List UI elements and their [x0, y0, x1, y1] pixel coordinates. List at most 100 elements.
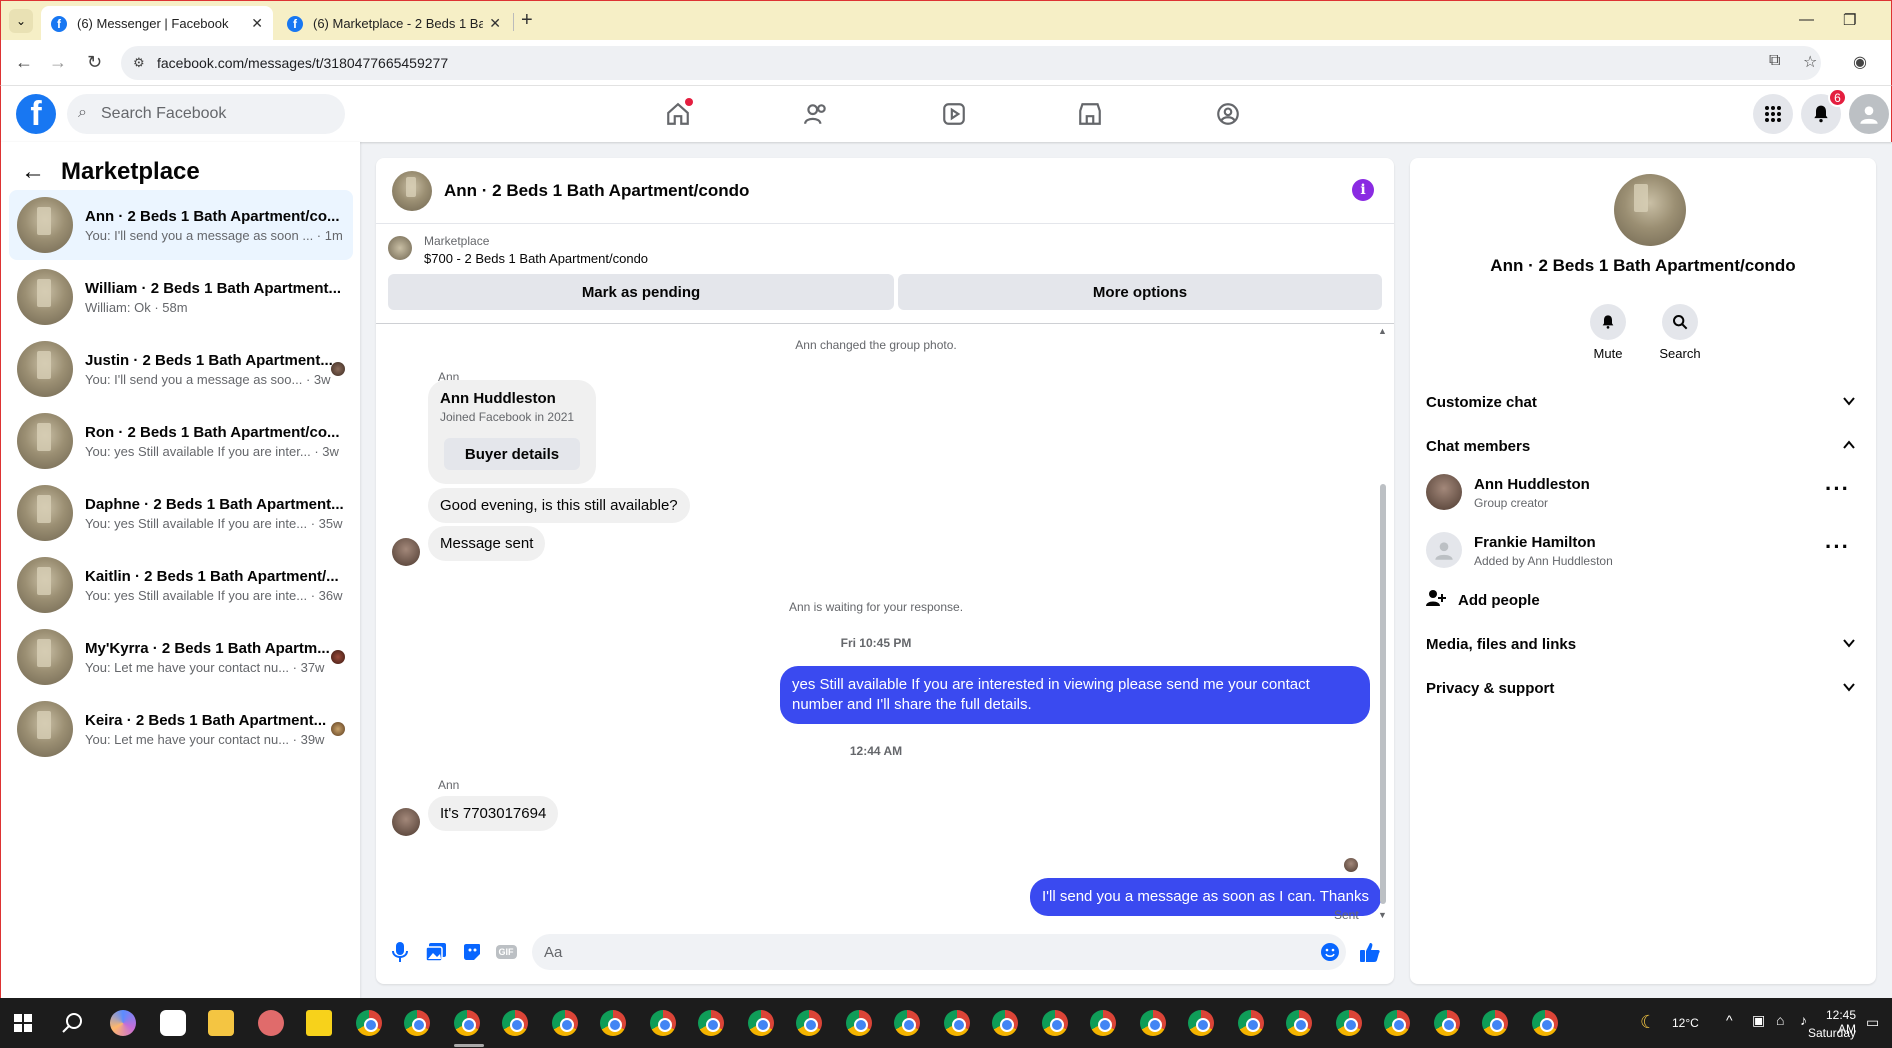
media-files-row[interactable]: Media, files and links [1426, 622, 1860, 666]
taskbar-search-icon[interactable] [62, 1012, 84, 1039]
listing-thumbnail[interactable] [388, 236, 412, 260]
more-options-button[interactable]: More options [898, 274, 1382, 310]
forward-button[interactable]: → [49, 52, 67, 73]
conversation-item[interactable]: Ron · 2 Beds 1 Bath Apartment/co... You:… [9, 406, 353, 476]
scrollbar-thumb[interactable] [1380, 484, 1386, 904]
tab-search-dropdown[interactable]: ⌄ [9, 9, 33, 33]
chrome-icon[interactable] [502, 1010, 528, 1036]
facebook-logo-icon[interactable]: f [16, 94, 56, 134]
sticky-notes-icon[interactable] [306, 1010, 332, 1036]
show-hidden-icons[interactable]: ^ [1726, 1012, 1733, 1028]
windows-start-icon[interactable] [14, 1014, 32, 1037]
chrome-icon[interactable] [454, 1010, 480, 1036]
conversation-item[interactable]: William · 2 Beds 1 Bath Apartment... Wil… [9, 262, 353, 332]
reload-button[interactable]: ↻ [87, 52, 102, 73]
chat-members-row[interactable]: Chat members [1426, 424, 1860, 468]
chrome-icon[interactable] [1482, 1010, 1508, 1036]
mark-as-pending-button[interactable]: Mark as pending [388, 274, 894, 310]
incoming-message[interactable]: It's 7703017694 [428, 796, 559, 831]
notifications-button[interactable]: 6 [1801, 88, 1847, 134]
conversation-item[interactable]: Ann · 2 Beds 1 Bath Apartment/co... You:… [9, 190, 353, 260]
customize-chat-row[interactable]: Customize chat [1426, 380, 1860, 424]
conversation-item[interactable]: Justin · 2 Beds 1 Bath Apartment... You:… [9, 334, 353, 404]
copilot-icon[interactable] [110, 1010, 136, 1036]
close-tab-icon[interactable]: ✕ [489, 15, 501, 32]
scroll-down-arrow-icon[interactable]: ▼ [1378, 910, 1387, 920]
chrome-icon[interactable] [944, 1010, 970, 1036]
url-bar[interactable]: ⚙ facebook.com/messages/t/31804776654592… [121, 46, 1821, 80]
chrome-icon[interactable] [356, 1010, 382, 1036]
conversation-item[interactable]: My'Kyrra · 2 Beds 1 Bath Apartm... You: … [9, 622, 353, 692]
system-tray-icon[interactable]: ▣ [1752, 1012, 1765, 1029]
listing-title[interactable]: $700 - 2 Beds 1 Bath Apartment/condo [424, 251, 648, 266]
ann-avatar[interactable] [392, 808, 420, 836]
install-app-icon[interactable]: ⧉ [1769, 52, 1780, 70]
conversation-item[interactable]: Keira · 2 Beds 1 Bath Apartment... You: … [9, 694, 353, 764]
photo-icon[interactable] [424, 940, 448, 964]
account-avatar-button[interactable] [1849, 94, 1889, 134]
chrome-icon[interactable] [650, 1010, 676, 1036]
facebook-search-input[interactable]: ⌕ Search Facebook [67, 94, 345, 134]
chrome-icon[interactable] [846, 1010, 872, 1036]
close-tab-icon[interactable]: ✕ [251, 15, 263, 32]
thumbs-up-icon[interactable] [1358, 940, 1382, 964]
profile-icon[interactable]: ◉ [1853, 52, 1867, 72]
gif-icon[interactable]: GIF [494, 940, 518, 964]
chat-title[interactable]: Ann · 2 Beds 1 Bath Apartment/condo [444, 181, 749, 201]
chrome-icon[interactable] [748, 1010, 774, 1036]
paint-icon[interactable] [258, 1010, 284, 1036]
chrome-icon[interactable] [1434, 1010, 1460, 1036]
chrome-icon[interactable] [1188, 1010, 1214, 1036]
tab-messenger[interactable]: f (6) Messenger | Facebook ✕ [41, 6, 273, 41]
network-icon[interactable]: ⌂ [1776, 1012, 1784, 1028]
chrome-icon[interactable] [1286, 1010, 1312, 1036]
back-arrow-icon[interactable]: ← [21, 158, 45, 186]
home-nav-icon[interactable] [662, 98, 694, 128]
chrome-icon[interactable] [1532, 1010, 1558, 1036]
minimize-button[interactable]: — [1799, 11, 1814, 28]
menu-grid-button[interactable] [1753, 94, 1793, 134]
add-people-row[interactable]: Add people [1426, 578, 1860, 622]
scroll-up-arrow-icon[interactable]: ▲ [1378, 326, 1387, 336]
marketplace-nav-icon[interactable] [1074, 100, 1106, 128]
chrome-icon[interactable] [1384, 1010, 1410, 1036]
chat-avatar[interactable] [392, 170, 432, 211]
chrome-icon[interactable] [1238, 1010, 1264, 1036]
privacy-support-row[interactable]: Privacy & support [1426, 666, 1860, 710]
capcut-icon[interactable] [160, 1010, 186, 1036]
microphone-icon[interactable] [388, 940, 412, 964]
notification-center-icon[interactable]: ▭ [1866, 1014, 1879, 1031]
message-input[interactable]: Aa [532, 934, 1346, 970]
chrome-icon[interactable] [1090, 1010, 1116, 1036]
more-options-icon[interactable]: ··· [1825, 476, 1850, 502]
more-options-icon[interactable]: ··· [1825, 534, 1850, 560]
chrome-icon[interactable] [552, 1010, 578, 1036]
outgoing-message[interactable]: I'll send you a message as soon as I can… [1030, 878, 1381, 916]
tab-marketplace[interactable]: f (6) Marketplace - 2 Beds 1 Bath ✕ [277, 6, 511, 41]
chrome-icon[interactable] [992, 1010, 1018, 1036]
chrome-icon[interactable] [894, 1010, 920, 1036]
file-explorer-icon[interactable] [208, 1010, 234, 1036]
search-action[interactable]: Search [1650, 304, 1710, 361]
info-icon[interactable]: i [1352, 179, 1374, 201]
chrome-icon[interactable] [404, 1010, 430, 1036]
clock-day[interactable]: Saturday [1806, 1026, 1856, 1040]
weather-moon-icon[interactable]: ☾ [1640, 1012, 1656, 1033]
chrome-icon[interactable] [698, 1010, 724, 1036]
details-avatar[interactable] [1614, 174, 1686, 246]
ann-avatar[interactable] [392, 538, 420, 566]
site-settings-icon[interactable]: ⚙ [133, 55, 145, 71]
sticker-icon[interactable] [460, 940, 484, 964]
incoming-message[interactable]: Message sent [428, 526, 546, 561]
chrome-icon[interactable] [1042, 1010, 1068, 1036]
chrome-icon[interactable] [796, 1010, 822, 1036]
chat-scrollbar[interactable]: ▲ ▼ [1378, 324, 1388, 922]
emoji-icon[interactable] [1318, 940, 1342, 964]
back-button[interactable]: ← [15, 52, 33, 73]
friends-nav-icon[interactable] [800, 100, 832, 128]
member-item[interactable]: Ann Huddleston Group creator ··· [1426, 464, 1860, 522]
chrome-icon[interactable] [1140, 1010, 1166, 1036]
buyer-details-button[interactable]: Buyer details [444, 438, 580, 470]
weather-temperature[interactable]: 12°C [1672, 1016, 1699, 1030]
new-tab-button[interactable]: + [521, 9, 533, 32]
